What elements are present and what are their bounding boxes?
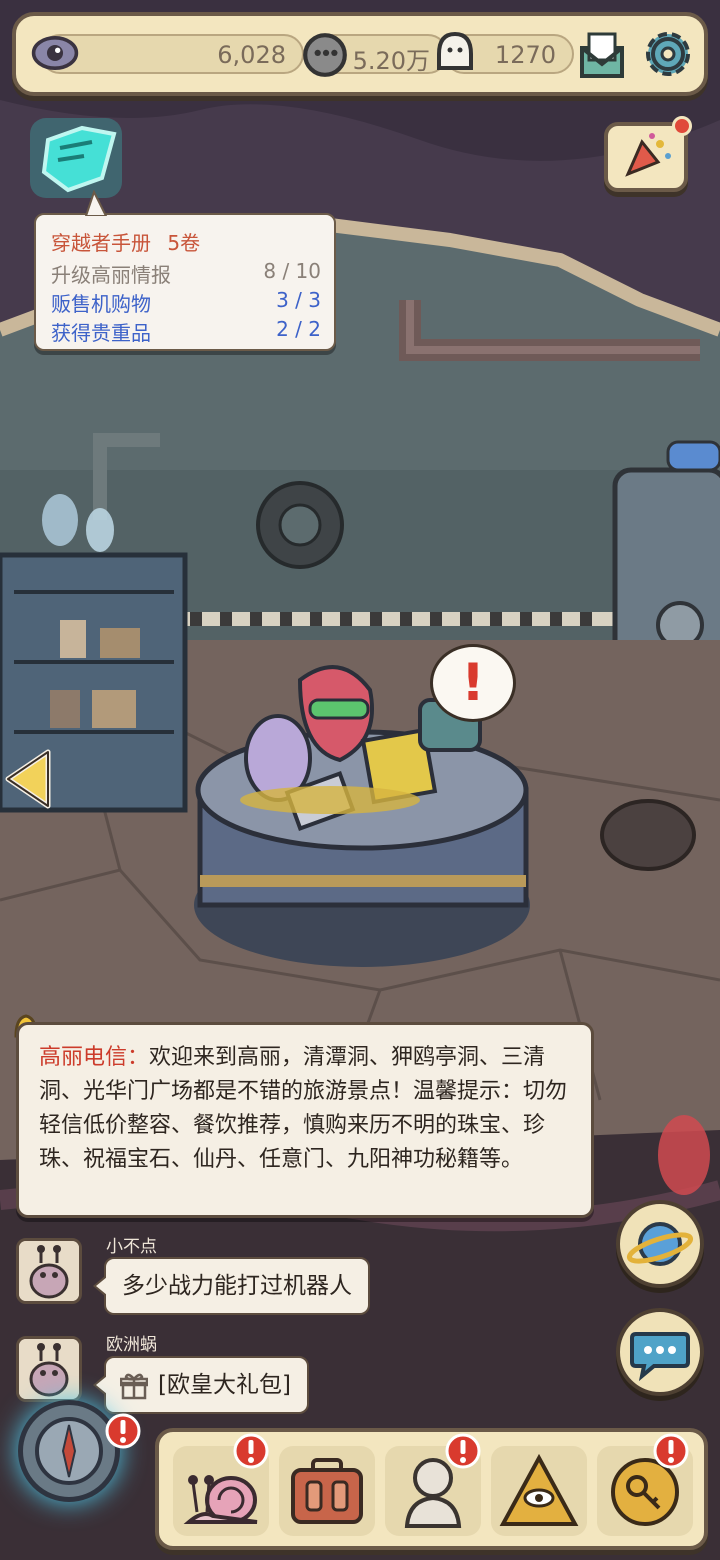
- ghost-icon: [437, 31, 473, 70]
- handbook-title: 穿越者手册 5卷: [51, 227, 200, 256]
- task-progress: 2 / 2: [276, 317, 321, 341]
- handbook-volume: 5卷: [167, 231, 201, 255]
- chat-username: 小不点: [106, 1237, 157, 1257]
- planet-button[interactable]: [616, 1200, 704, 1288]
- chat-button[interactable]: [616, 1308, 704, 1396]
- handbook-title-text: 穿越者手册: [51, 231, 151, 255]
- gray-gem-icon: [303, 33, 347, 77]
- snail-avatar-icon: [19, 1241, 79, 1301]
- resource-value: 1270: [494, 41, 556, 69]
- party-popper-icon: [625, 133, 671, 177]
- suitcase-button[interactable]: [279, 1446, 375, 1536]
- alert-badge-icon: [105, 1413, 141, 1449]
- avatar[interactable]: [16, 1238, 82, 1304]
- alert-mark: !: [461, 653, 485, 713]
- alert-badge-icon: [445, 1433, 481, 1469]
- notification-dot: [672, 116, 692, 136]
- pyramid-eye-icon: [499, 1453, 579, 1526]
- resource-bar: 6,028 5.20万 1270: [12, 12, 708, 96]
- task-progress: 3 / 3: [276, 288, 321, 312]
- eye-icon: [31, 36, 79, 70]
- gear-icon[interactable]: [640, 26, 696, 82]
- gift-icon: [120, 1373, 148, 1400]
- task-name: 获得贵重品: [51, 321, 151, 345]
- alert-bubble[interactable]: !: [430, 644, 516, 722]
- chat-message[interactable]: 多少战力能打过机器人: [93, 1257, 370, 1315]
- resource-value: 6,028: [217, 41, 286, 69]
- avatar[interactable]: [16, 1336, 82, 1402]
- mail-icon[interactable]: [576, 28, 628, 82]
- alert-badge-icon: [233, 1433, 269, 1469]
- task-name: 升级高丽情报: [51, 263, 171, 287]
- system-announcement: 高丽电信：欢迎来到高丽，清潭洞、狎鸥亭洞、三清洞、光华门广场都是不错的旅游景点！…: [16, 1022, 594, 1218]
- compass-icon: [35, 1417, 103, 1485]
- chat-username: 欧洲蜗: [106, 1335, 157, 1355]
- snail-avatar-icon: [19, 1339, 79, 1399]
- pyramid-button[interactable]: [491, 1446, 587, 1536]
- resource-value: 5.20万: [352, 47, 430, 75]
- planet-icon: [626, 1222, 694, 1266]
- task-name: 贩售机购物: [51, 292, 151, 316]
- chat-message-text: [欧皇大礼包]: [158, 1372, 291, 1398]
- suitcase-icon: [291, 1458, 363, 1524]
- handbook-icon[interactable]: [22, 108, 134, 212]
- chat-message-text: 多少战力能打过机器人: [122, 1273, 352, 1299]
- alert-badge-icon: [653, 1433, 689, 1469]
- announcement-sender: 高丽电信：: [39, 1045, 150, 1070]
- left-arrow-button[interactable]: [4, 748, 54, 810]
- tooltip-pointer: [84, 190, 108, 216]
- task-progress: 8 / 10: [263, 259, 321, 283]
- chat-bubble-icon: [630, 1332, 690, 1382]
- chat-message-gift[interactable]: [欧皇大礼包]: [93, 1356, 309, 1414]
- handbook-panel[interactable]: 穿越者手册 5卷 升级高丽情报 8 / 10 贩售机购物 3 / 3 获得贵重品…: [34, 213, 336, 351]
